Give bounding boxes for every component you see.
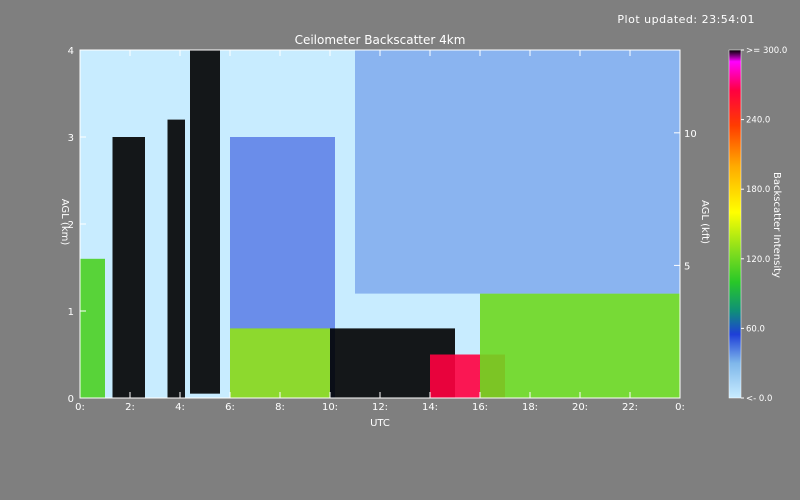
y-axis-right-label: AGL (kft): [699, 200, 710, 244]
x-tick-label: 4:: [175, 402, 185, 413]
colorbar-tick-label: 120.0: [746, 255, 770, 265]
y-tick-left-label: 1: [68, 307, 74, 318]
x-tick-label: 12:: [372, 402, 388, 413]
y-tick-right-label: 5: [684, 261, 690, 272]
x-tick-label: 8:: [275, 402, 285, 413]
x-tick-label: 20:: [572, 402, 588, 413]
heatmap-feature-1: [112, 137, 145, 398]
chart-title: Ceilometer Backscatter 4km: [295, 33, 466, 47]
y-tick-left-label: 0: [68, 394, 74, 405]
y-axis-left-label: AGL (km): [59, 199, 70, 246]
y-tick-left-label: 3: [68, 133, 74, 144]
colorbar-tick-label: <- 0.0: [746, 394, 772, 404]
y-tick-right-label: 10: [684, 129, 697, 140]
colorbar-tick-label: 60.0: [746, 324, 765, 334]
x-tick-label: 6:: [225, 402, 235, 413]
plot-area: [80, 50, 680, 398]
heatmap-feature-3: [190, 50, 220, 394]
x-tick-label: 10:: [322, 402, 338, 413]
x-tick-label: 0:: [675, 402, 685, 413]
heatmap-feature-2: [167, 119, 185, 398]
colorbar-label: Backscatter Intensity: [771, 172, 782, 278]
x-tick-label: 18:: [522, 402, 538, 413]
colorbar-gradient: [728, 49, 742, 399]
x-tick-label: 0:: [75, 402, 85, 413]
x-tick-label: 22:: [622, 402, 638, 413]
colorbar-tick-label: >= 300.0: [746, 46, 787, 56]
colorbar-tick-label: 240.0: [746, 116, 770, 126]
heatmap-feature-0: [80, 258, 105, 398]
x-tick-label: 14:: [422, 402, 438, 413]
x-tick-label: 2:: [125, 402, 135, 413]
y-tick-left-label: 4: [68, 46, 74, 57]
heatmap-feature-5: [230, 328, 330, 398]
x-tick-label: 16:: [472, 402, 488, 413]
heatmap-feature-9: [355, 50, 680, 294]
colorbar-tick-label: 180.0: [746, 185, 770, 195]
x-axis-label: UTC: [370, 418, 390, 429]
heatmap-feature-8: [480, 293, 680, 398]
ceilometer-chart: Ceilometer Backscatter 4km 0: 2: 4: 6: 8: 10:…: [59, 33, 787, 429]
